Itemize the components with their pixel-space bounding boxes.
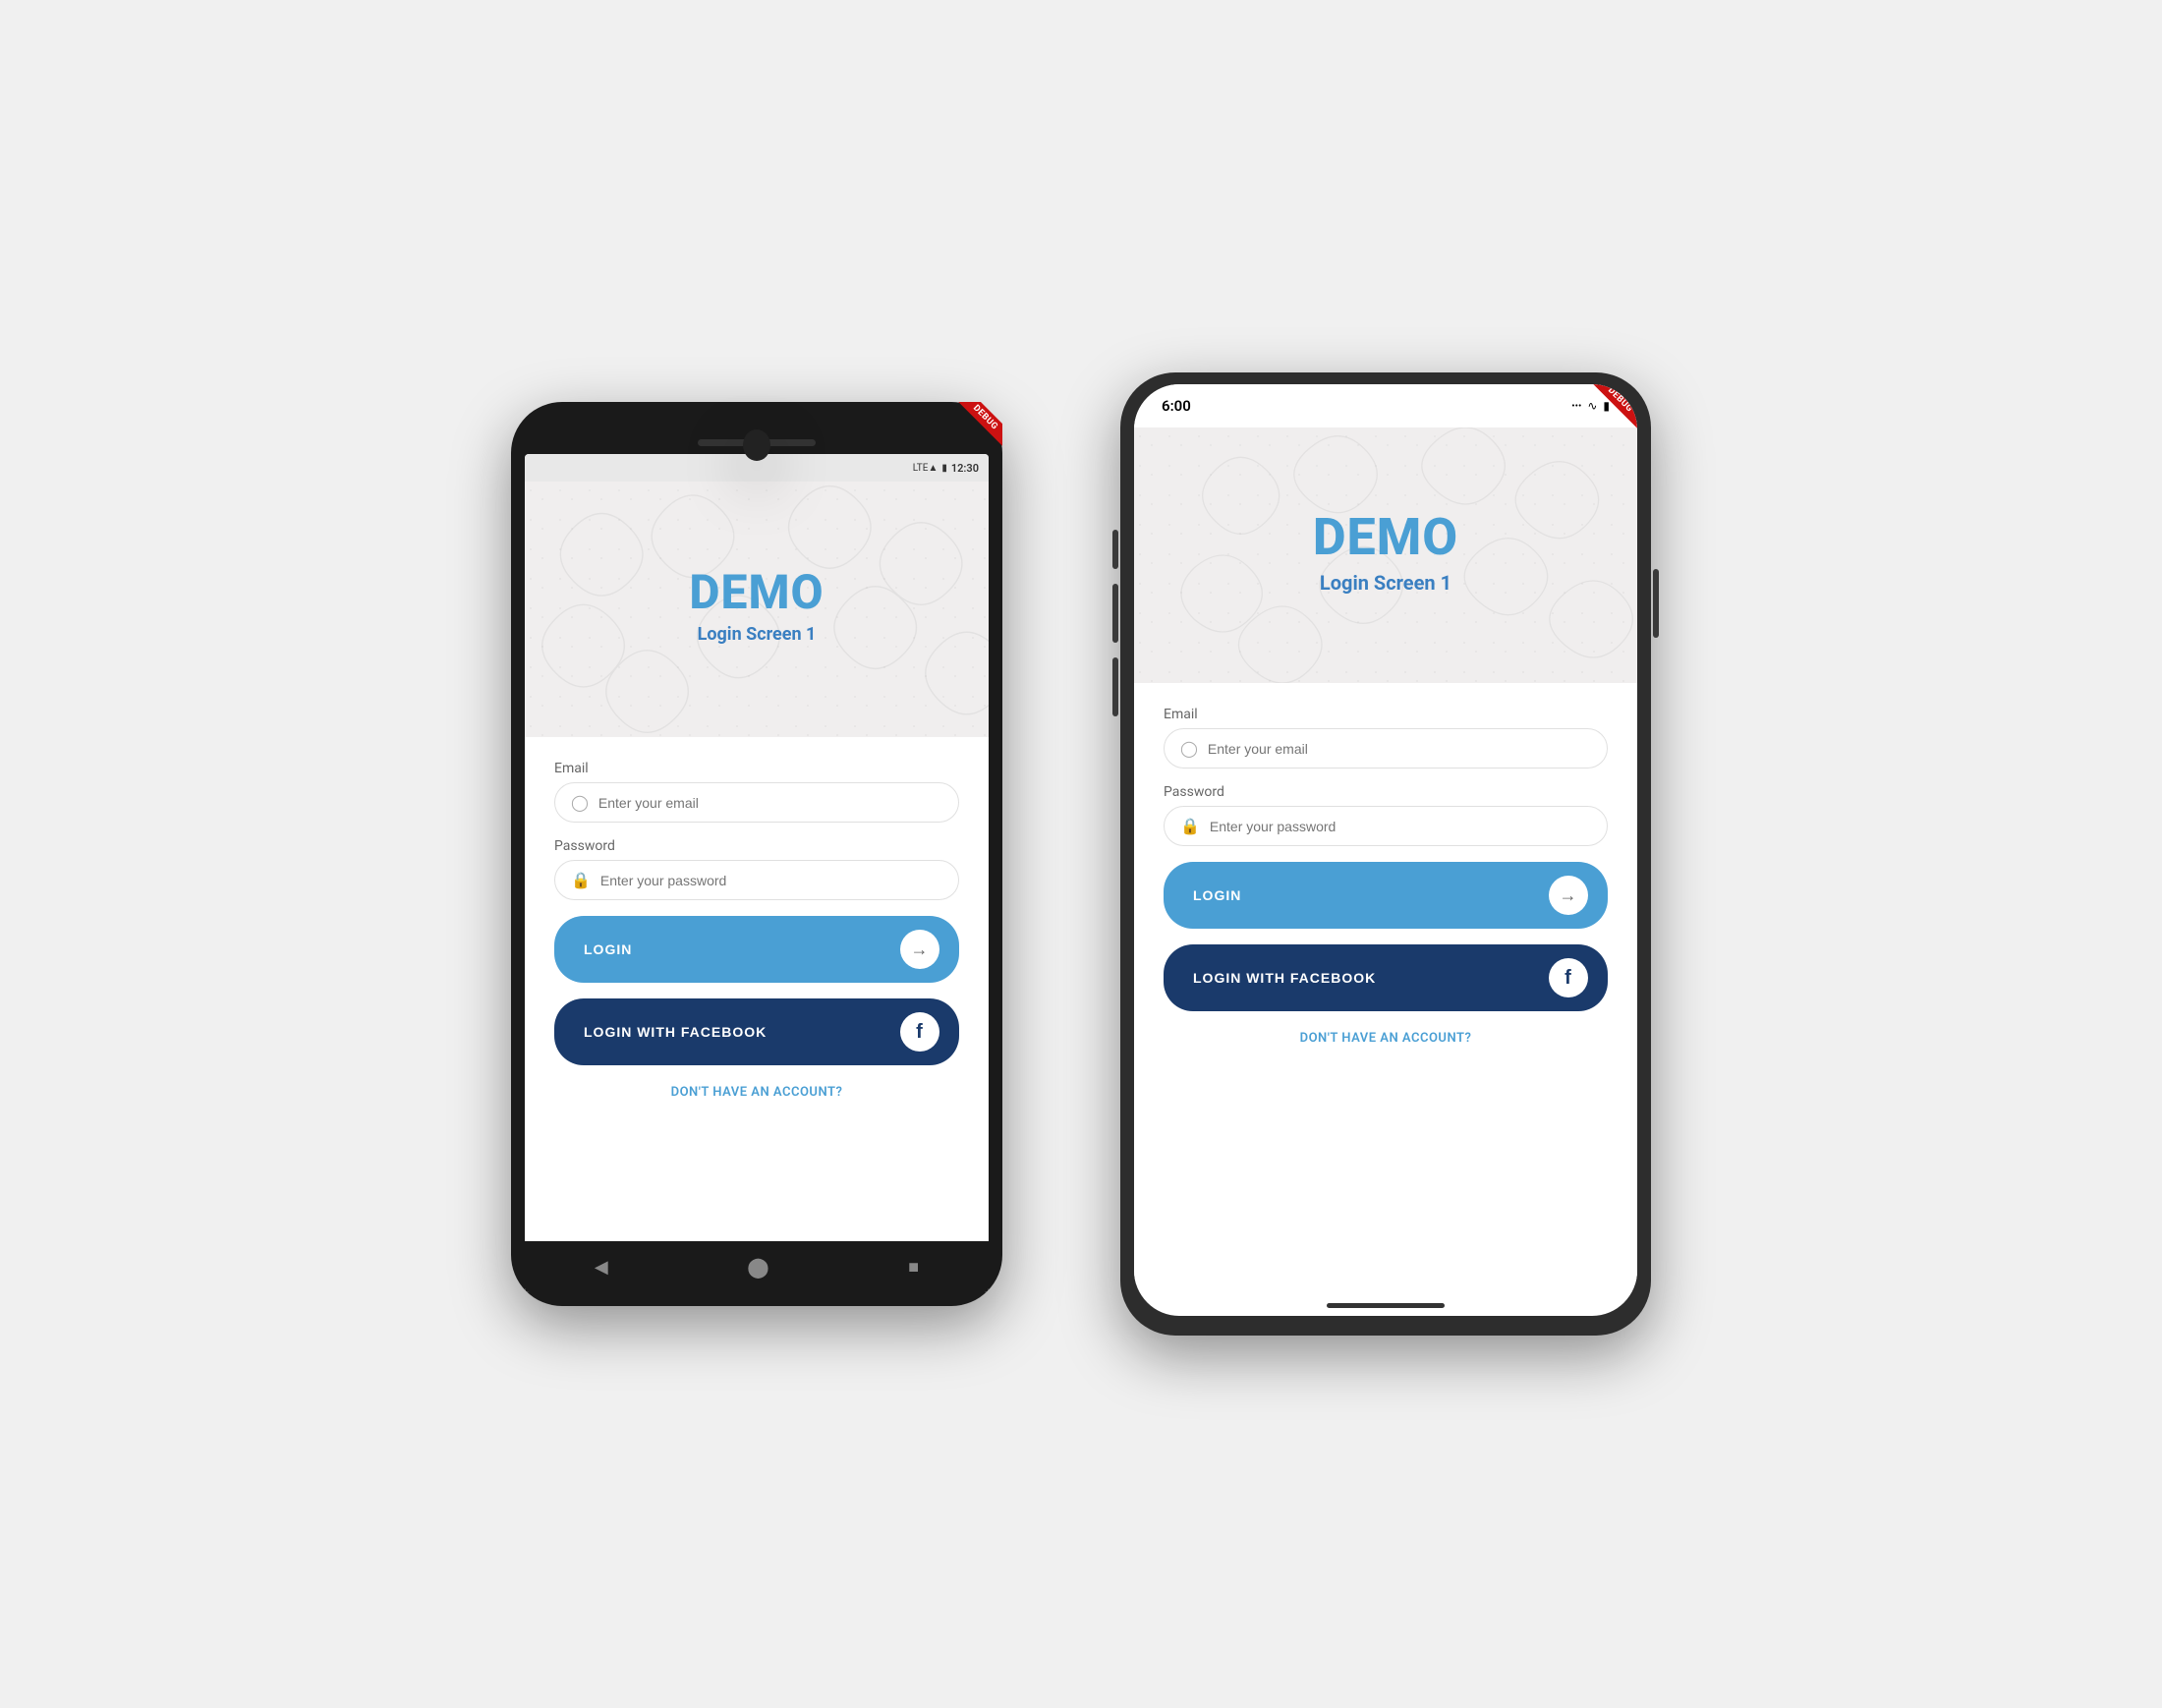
signal-icon: LTE▲ — [913, 463, 939, 474]
android-home-icon[interactable]: ⬤ — [747, 1255, 768, 1279]
ios-home-indicator — [1327, 1303, 1445, 1308]
ios-facebook-label: LOGIN WITH FACEBOOK — [1183, 970, 1549, 986]
android-user-icon: ◯ — [571, 793, 589, 812]
ios-phone: 6:00 ••• ∿ ▮ DEBUG — [1120, 372, 1651, 1336]
android-screen: LTE▲ ▮ 12:30 DEBUG — [525, 454, 989, 1292]
ios-signup-link[interactable]: DON'T HAVE AN ACCOUNT? — [1164, 1031, 1608, 1046]
ios-email-field-group: Email ◯ — [1164, 707, 1608, 769]
ios-volume-down-button — [1112, 657, 1118, 716]
android-password-input-row[interactable]: 🔒 — [554, 860, 959, 900]
ios-user-icon: ◯ — [1180, 739, 1198, 758]
ios-mute-button — [1112, 530, 1118, 569]
ios-notch — [1307, 384, 1464, 414]
ios-login-button[interactable]: LOGIN → — [1164, 862, 1608, 929]
ios-debug-badge: DEBUG — [1578, 384, 1637, 443]
android-facebook-label: LOGIN WITH FACEBOOK — [574, 1024, 900, 1040]
ios-hero-title: DEMO — [1313, 507, 1458, 567]
ios-login-arrow-icon: → — [1549, 876, 1588, 915]
android-password-input[interactable] — [600, 873, 942, 888]
ios-password-input[interactable] — [1210, 819, 1591, 834]
ios-facebook-icon: f — [1549, 958, 1588, 997]
battery-icon: ▮ — [941, 463, 947, 474]
android-login-arrow-icon: → — [900, 930, 939, 969]
ios-email-input[interactable] — [1208, 741, 1591, 757]
android-hero-section: DEMO Login Screen 1 — [525, 482, 989, 737]
debug-badge: DEBUG — [943, 454, 989, 461]
ios-time-display: 6:00 — [1162, 397, 1191, 415]
ios-login-label: LOGIN — [1183, 887, 1549, 903]
android-password-field-group: Password 🔒 — [554, 838, 959, 900]
android-app-content: DEMO Login Screen 1 Email ◯ Password — [525, 482, 989, 1241]
android-recents-icon[interactable]: ■ — [908, 1257, 919, 1278]
ios-password-label: Password — [1164, 784, 1608, 800]
ios-status-bar: 6:00 ••• ∿ ▮ DEBUG — [1134, 384, 1637, 427]
android-facebook-button[interactable]: LOGIN WITH FACEBOOK f — [554, 998, 959, 1065]
ios-screen: 6:00 ••• ∿ ▮ DEBUG — [1134, 384, 1637, 1316]
time-display: 12:30 — [951, 462, 979, 475]
android-camera — [743, 429, 770, 461]
ios-lock-icon: 🔒 — [1180, 817, 1200, 835]
android-signup-link[interactable]: DON'T HAVE AN ACCOUNT? — [554, 1085, 959, 1100]
android-bottom-nav: ◀ ⬤ ■ — [525, 1241, 989, 1292]
android-password-label: Password — [554, 838, 959, 854]
android-facebook-icon: f — [900, 1012, 939, 1052]
ios-app-content: DEMO Login Screen 1 Email ◯ Password — [1134, 427, 1637, 1284]
ios-password-field-group: Password 🔒 — [1164, 784, 1608, 846]
android-hero-title: DEMO — [689, 564, 824, 620]
android-hero-subtitle: Login Screen 1 — [698, 624, 817, 645]
ios-hero-section: DEMO Login Screen 1 — [1134, 427, 1637, 683]
android-lock-icon: 🔒 — [571, 871, 591, 889]
android-back-icon[interactable]: ◀ — [595, 1257, 608, 1278]
ios-power-button — [1653, 569, 1659, 638]
ios-home-bar — [1134, 1284, 1637, 1316]
android-email-label: Email — [554, 761, 959, 776]
ios-hero-subtitle: Login Screen 1 — [1320, 571, 1451, 595]
android-email-input[interactable] — [598, 795, 942, 811]
ios-volume-up-button — [1112, 584, 1118, 643]
android-phone: LTE▲ ▮ 12:30 DEBUG — [511, 402, 1002, 1306]
android-email-field-group: Email ◯ — [554, 761, 959, 823]
ios-facebook-button[interactable]: LOGIN WITH FACEBOOK f — [1164, 944, 1608, 1011]
ios-email-label: Email — [1164, 707, 1608, 722]
ios-form-section: Email ◯ Password 🔒 LOGIN — [1134, 683, 1637, 1284]
ios-email-input-row[interactable]: ◯ — [1164, 728, 1608, 769]
android-email-input-row[interactable]: ◯ — [554, 782, 959, 823]
android-form-section: Email ◯ Password 🔒 LOGIN — [525, 737, 989, 1241]
ios-password-input-row[interactable]: 🔒 — [1164, 806, 1608, 846]
android-login-label: LOGIN — [574, 941, 900, 957]
android-login-button[interactable]: LOGIN → — [554, 916, 959, 983]
